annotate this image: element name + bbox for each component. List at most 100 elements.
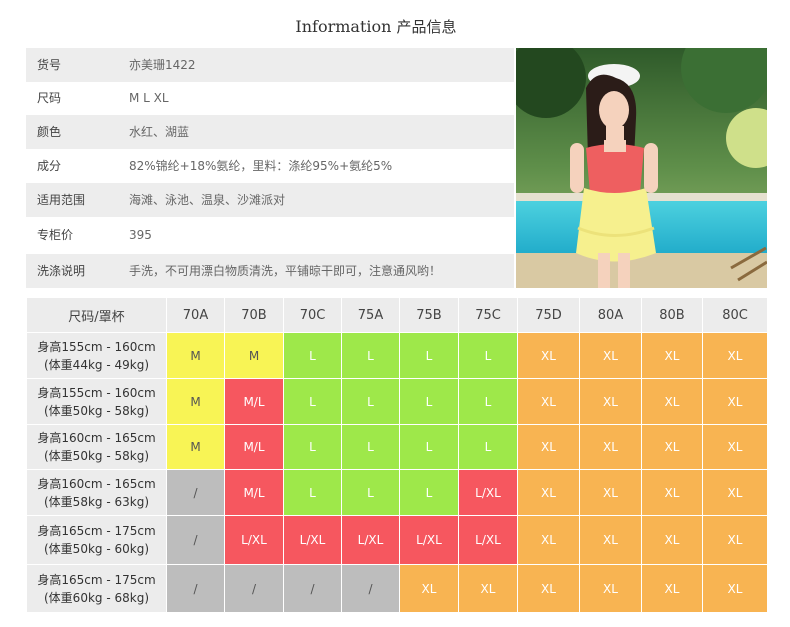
- cup-size-header: 75A: [341, 297, 400, 333]
- size-cell: XL: [641, 332, 703, 379]
- size-row: 身高165cm - 175cm (体重60kg - 68kg) / / / / XL XL XL…: [26, 564, 768, 613]
- size-cell: XL: [517, 564, 580, 613]
- info-row: 成分 82%锦纶+18%氨纶，里料：涤纶95%+氨纶5%: [26, 149, 514, 183]
- cup-size-header: 80A: [579, 297, 642, 333]
- size-cell: XL: [517, 424, 580, 470]
- size-cell: /: [166, 564, 225, 613]
- size-cell: /: [224, 564, 284, 613]
- info-label: 尺码: [37, 91, 62, 105]
- title-zh: 产品信息: [396, 18, 457, 36]
- cup-size-header: 75C: [458, 297, 518, 333]
- size-cell: L: [399, 332, 459, 379]
- info-row: 专柜价 395: [26, 217, 514, 254]
- info-value: 82%锦纶+18%氨纶，里料：涤纶95%+氨纶5%: [129, 159, 393, 173]
- info-value: 手洗，不可用漂白物质清洗，平铺晾干即可，注意通风哟！: [129, 264, 442, 278]
- size-cell: L: [458, 332, 518, 379]
- height-range: 身高155cm - 160cm: [37, 339, 156, 354]
- cup-size-header: 70B: [224, 297, 284, 333]
- info-label: 适用范围: [37, 193, 86, 207]
- size-cell: XL: [517, 332, 580, 379]
- info-row: 洗涤说明 手洗，不可用漂白物质清洗，平铺晾干即可，注意通风哟！: [26, 254, 514, 288]
- size-cell: L: [399, 469, 459, 516]
- size-cell: XL: [702, 332, 768, 379]
- body-measure-label: 身高160cm - 165cm (体重50kg - 58kg): [26, 424, 167, 470]
- size-cell: L/XL: [399, 515, 459, 565]
- body-measure-label: 身高155cm - 160cm (体重50kg - 58kg): [26, 378, 167, 425]
- size-cell: XL: [579, 515, 642, 565]
- size-cell: /: [166, 515, 225, 565]
- size-cell: XL: [517, 378, 580, 425]
- size-cell: M: [224, 332, 284, 379]
- size-cell: L: [399, 378, 459, 425]
- info-row: 尺码 M L XL: [26, 82, 514, 115]
- size-row: 身高160cm - 165cm (体重50kg - 58kg) M M/L L L L L XL…: [26, 424, 768, 470]
- height-range: 身高160cm - 165cm: [37, 431, 156, 445]
- size-cell: M/L: [224, 424, 284, 470]
- size-cell: XL: [579, 564, 642, 613]
- size-row: 身高160cm - 165cm (体重58kg - 63kg) / M/L L L L L/X…: [26, 469, 768, 516]
- size-cell: XL: [641, 564, 703, 613]
- info-value: 海滩、泳池、温泉、沙滩派对: [129, 193, 286, 207]
- size-cell: L: [283, 378, 342, 425]
- info-label: 颜色: [37, 125, 62, 139]
- body-measure-label: 身高160cm - 165cm (体重58kg - 63kg): [26, 469, 167, 516]
- cup-size-header: 80B: [641, 297, 703, 333]
- size-cell: L: [283, 332, 342, 379]
- info-label: 洗涤说明: [37, 264, 86, 278]
- info-row: 颜色 水红、湖蓝: [26, 115, 514, 149]
- info-value: 395: [129, 228, 152, 242]
- body-measure-label: 身高165cm - 175cm (体重50kg - 60kg): [26, 515, 167, 565]
- size-cell: XL: [641, 469, 703, 516]
- size-row: 身高155cm - 160cm (体重50kg - 58kg) M M/L L L L L XL…: [26, 378, 768, 425]
- size-cell: XL: [641, 378, 703, 425]
- info-value: 水红、湖蓝: [129, 125, 190, 139]
- size-cell: L: [458, 378, 518, 425]
- body-measure-label: 身高155cm - 160cm (体重44kg - 49kg): [26, 332, 167, 379]
- height-range: 身高160cm - 165cm: [37, 476, 156, 491]
- size-cell: L/XL: [283, 515, 342, 565]
- size-cell: L: [399, 424, 459, 470]
- size-cell: M: [166, 378, 225, 425]
- size-cell: L/XL: [458, 469, 518, 516]
- info-value: 亦美珊1422: [129, 58, 196, 72]
- size-header-row: 尺码/罩杯 70A 70B 70C 75A 75B 75C 75D 80A 80B 80C: [26, 297, 768, 333]
- weight-range: (体重50kg - 60kg): [44, 542, 149, 556]
- size-cell: XL: [458, 564, 518, 613]
- info-label: 专柜价: [37, 228, 74, 242]
- size-cell: XL: [702, 515, 768, 565]
- cup-size-header: 70A: [166, 297, 225, 333]
- height-range: 身高165cm - 175cm: [37, 572, 156, 587]
- size-row: 身高155cm - 160cm (体重44kg - 49kg) M M L L L L XL XL…: [26, 332, 768, 379]
- size-cell: XL: [517, 515, 580, 565]
- size-cell: XL: [641, 515, 703, 565]
- size-cell: XL: [702, 378, 768, 425]
- cup-size-header: 75B: [399, 297, 459, 333]
- weight-range: (体重50kg - 58kg): [44, 449, 149, 463]
- size-cell: XL: [579, 332, 642, 379]
- size-cell: L: [283, 469, 342, 516]
- size-cell: XL: [702, 564, 768, 613]
- weight-range: (体重60kg - 68kg): [44, 590, 149, 605]
- size-cell: L: [341, 424, 400, 470]
- weight-range: (体重44kg - 49kg): [44, 357, 149, 372]
- cup-size-header: 75D: [517, 297, 580, 333]
- size-cell: M: [166, 424, 225, 470]
- size-cell: M/L: [224, 469, 284, 516]
- size-cell: /: [166, 469, 225, 516]
- size-cell: XL: [517, 469, 580, 516]
- height-range: 身高165cm - 175cm: [37, 524, 156, 538]
- size-cell: L/XL: [458, 515, 518, 565]
- model-image: [516, 48, 767, 288]
- weight-range: (体重58kg - 63kg): [44, 494, 149, 509]
- size-cell: XL: [702, 469, 768, 516]
- size-chart: 尺码/罩杯 70A 70B 70C 75A 75B 75C 75D 80A 80B 80C 身高15…: [26, 297, 768, 613]
- product-photo: [516, 48, 767, 288]
- height-range: 身高155cm - 160cm: [37, 385, 156, 400]
- size-cell: M/L: [224, 378, 284, 425]
- size-cell: L/XL: [341, 515, 400, 565]
- size-header-corner: 尺码/罩杯: [26, 297, 167, 333]
- product-info-table: 货号 亦美珊1422 尺码 M L XL 颜色 水红、湖蓝 成分 82%锦纶+18%氨纶，里料…: [26, 48, 514, 288]
- size-cell: XL: [399, 564, 459, 613]
- size-cell: L: [458, 424, 518, 470]
- size-cell: L: [341, 469, 400, 516]
